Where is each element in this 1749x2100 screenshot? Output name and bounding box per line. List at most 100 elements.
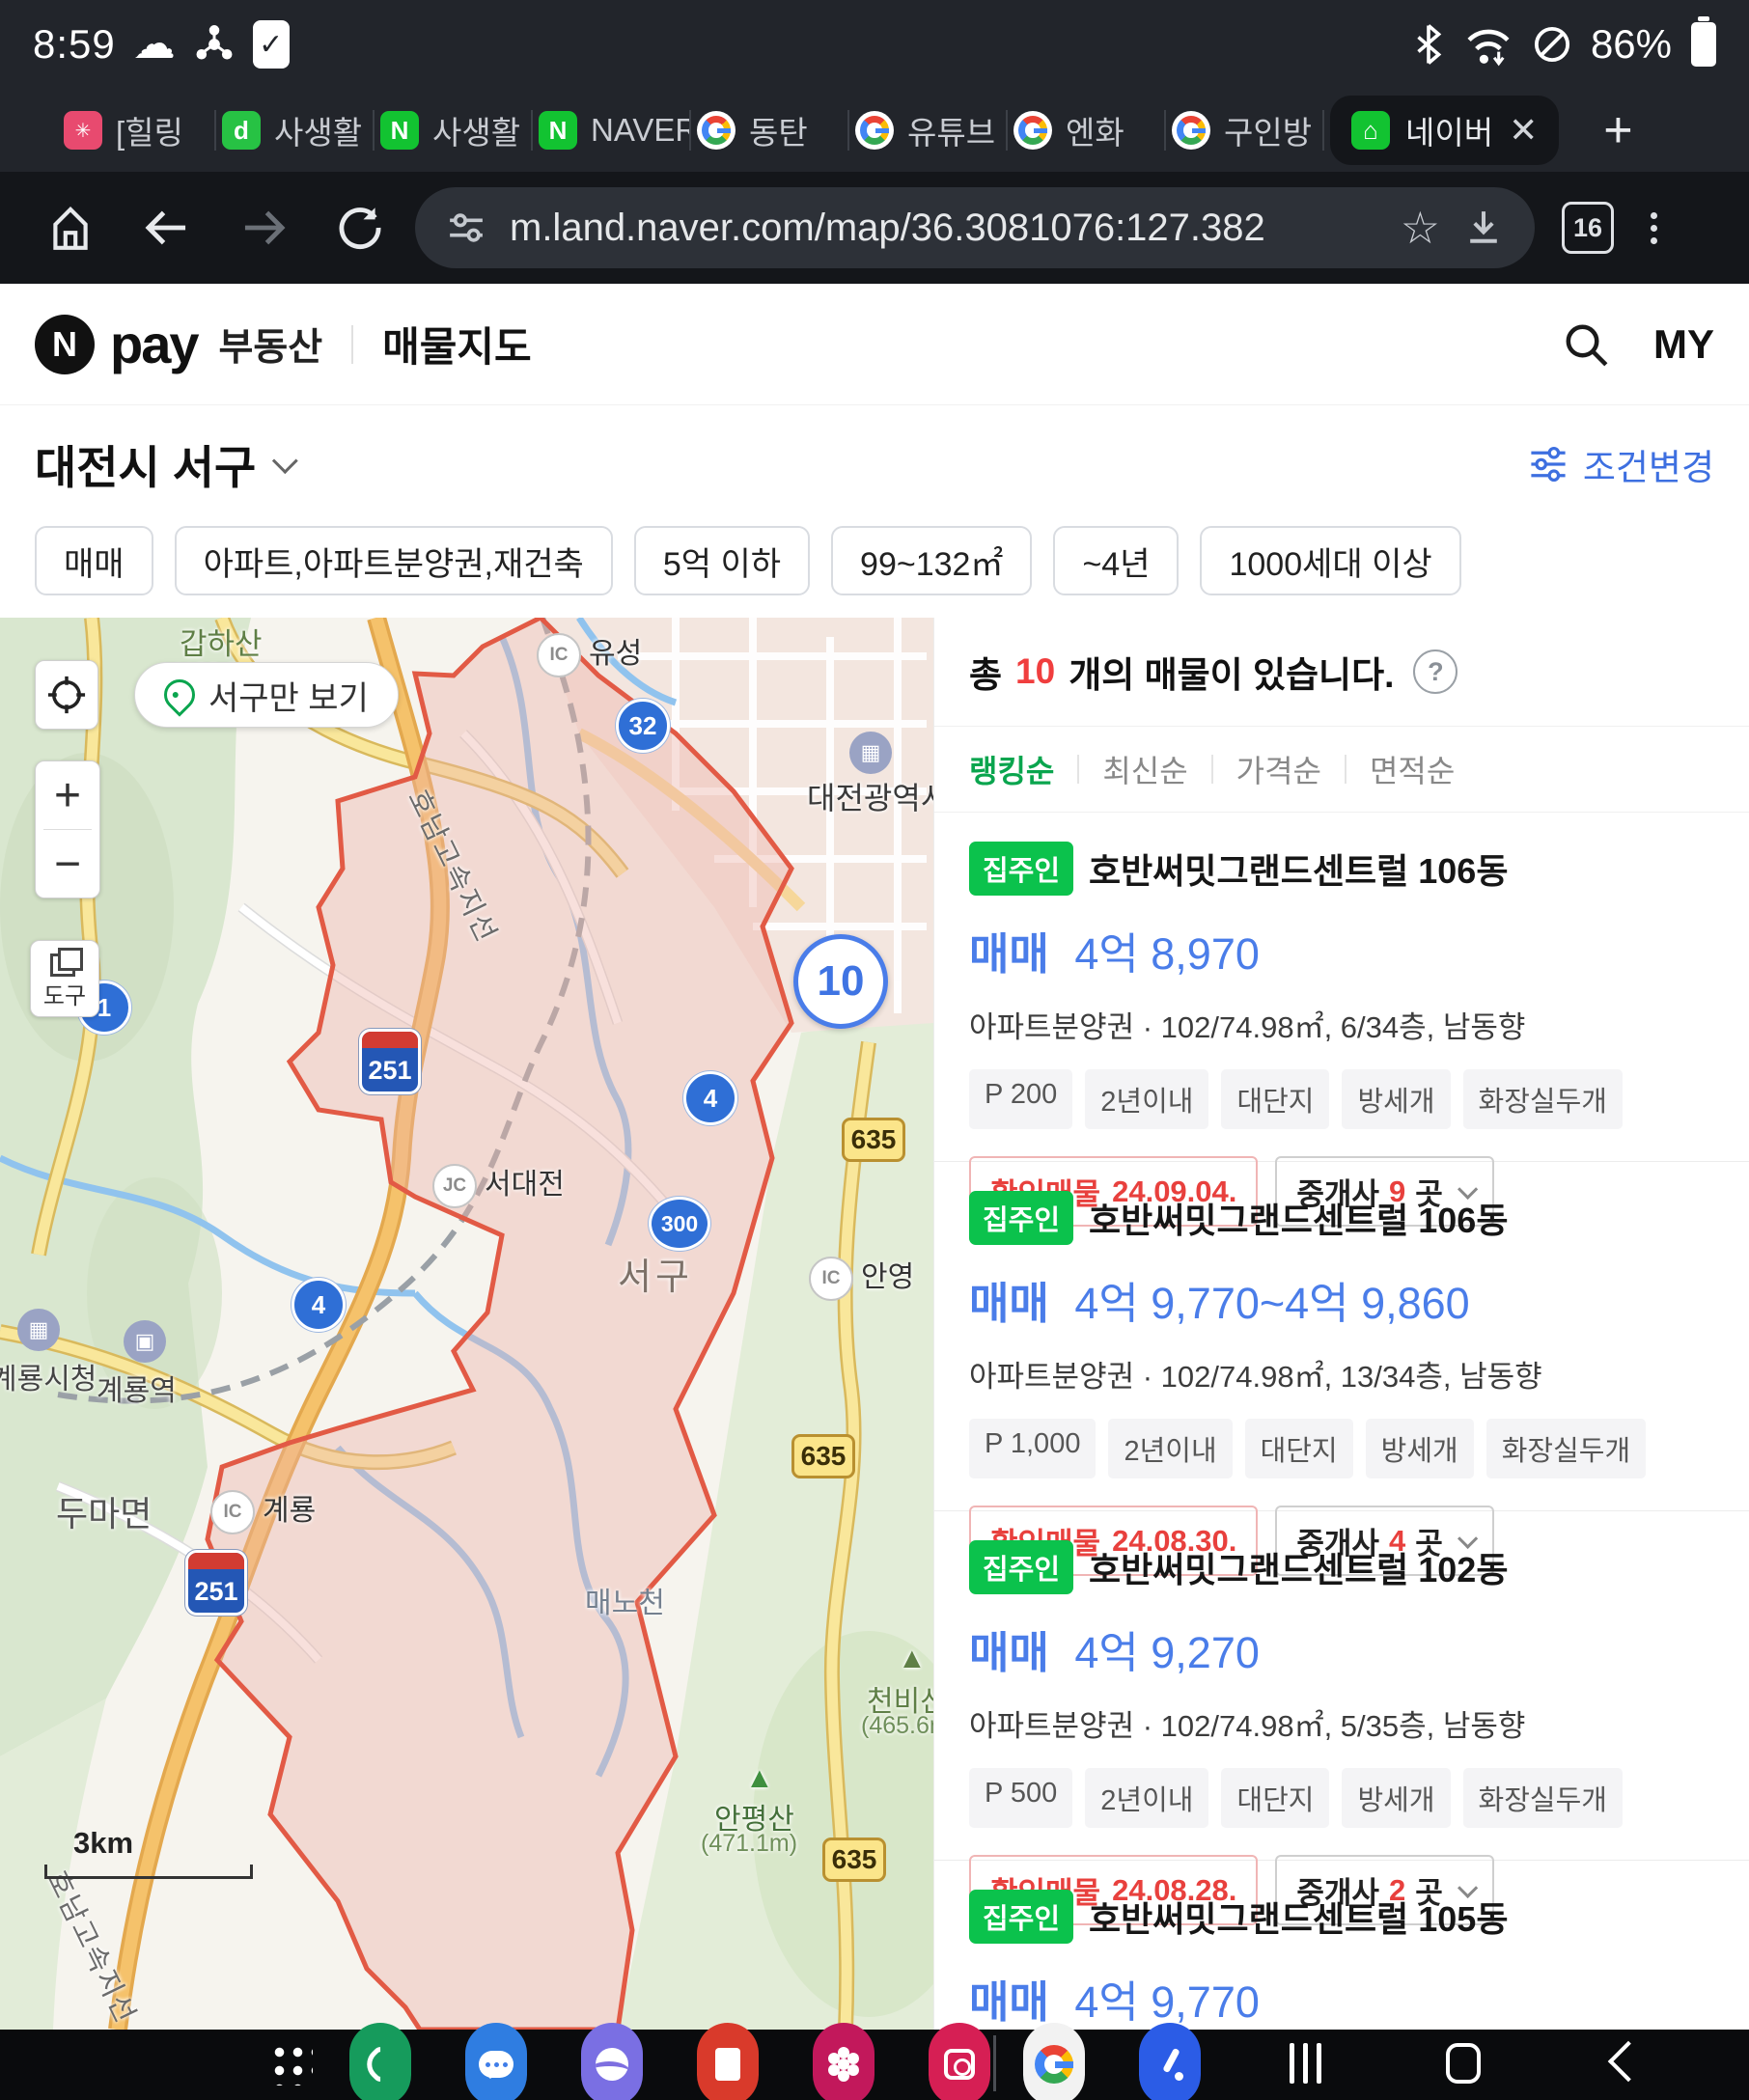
tab-favicon-google (1013, 111, 1052, 150)
sort-area[interactable]: 면적순 (1370, 747, 1455, 791)
tab-jobs[interactable]: 구인방 (1166, 97, 1322, 164)
checkbox-notification-icon: ✓ (253, 20, 290, 69)
listing-card[interactable]: 집주인 호반써밋그랜드센트럴 102동 매매 4억 9,270 아파트분양권 ·… (934, 1511, 1749, 1861)
map-label-mountain: 갑하산 (180, 620, 263, 663)
tab-close-icon[interactable]: ✕ (1509, 110, 1538, 151)
condition-change-button[interactable]: 조건변경 (1527, 438, 1714, 490)
tab-count-button[interactable]: 16 (1562, 202, 1614, 254)
map-label-elevation3: (471.1m) (701, 1830, 797, 1858)
listing-tag: 대단지 (1221, 1069, 1329, 1129)
back-button[interactable] (125, 186, 208, 269)
location-selector[interactable]: 대전시 서구 (35, 430, 292, 497)
listing-tag: 2년이내 (1085, 1768, 1208, 1828)
filter-chip-price[interactable]: 5억 이하 (634, 526, 810, 595)
map-label-elevation2: (465.6m (861, 1712, 933, 1740)
listing-tag: 화장실두개 (1463, 1768, 1623, 1828)
smartthings-icon (193, 23, 236, 66)
tab-favicon-daum: d (222, 111, 261, 150)
trade-type: 매매 (969, 1628, 1049, 1677)
tab-label: 유튜브 (907, 107, 995, 153)
site-header: N pay 부동산 매물지도 MY (0, 284, 1749, 405)
phone-app-icon[interactable] (349, 2023, 411, 2100)
tab-label: 네이버 (1405, 107, 1493, 153)
tab-dongtan[interactable]: 동탄 (691, 97, 847, 164)
filter-chip-area[interactable]: 99~132㎡ (831, 526, 1032, 595)
gallery-flower-app-icon[interactable] (813, 2023, 874, 2100)
tab-naver[interactable]: N NAVER (533, 97, 689, 164)
tab-label: 엔화 (1066, 107, 1124, 153)
naver-pay-logo[interactable]: N pay 부동산 매물지도 (35, 313, 532, 375)
red-app-icon[interactable] (697, 2023, 759, 2100)
sort-newest[interactable]: 최신순 (1102, 747, 1187, 791)
listing-tag: 대단지 (1245, 1419, 1353, 1478)
listing-tag: P 500 (969, 1768, 1072, 1828)
zoom-out-button[interactable]: − (36, 830, 99, 898)
blue-app-icon[interactable] (1139, 2023, 1201, 2100)
my-menu[interactable]: MY (1653, 321, 1714, 368)
sort-ranking[interactable]: 랭킹순 (969, 747, 1054, 791)
listing-card[interactable]: 집주인 호반써밋그랜드센트럴 106동 매매 4억 9,770~4억 9,860… (934, 1162, 1749, 1511)
recents-button[interactable] (1290, 2043, 1321, 2084)
filter-chip-property-type[interactable]: 아파트,아파트분양권,재건축 (175, 526, 613, 595)
app-drawer-button[interactable] (268, 2041, 313, 2086)
summary-prefix: 총 (969, 646, 1002, 698)
search-icon[interactable] (1561, 319, 1611, 370)
home-nav-button[interactable] (1446, 2043, 1481, 2084)
tab-healing[interactable]: ✳ [힐링 (58, 97, 214, 164)
expressway-shield-251: 251 (185, 1550, 247, 1616)
jc-badge: JC (432, 1164, 477, 1208)
google-app-icon[interactable] (1023, 2023, 1085, 2100)
do-not-disturb-icon (1531, 23, 1573, 66)
owner-badge: 집주인 (969, 1890, 1073, 1944)
filter-chip-households[interactable]: 1000세대 이상 (1200, 526, 1460, 595)
download-icon[interactable] (1461, 206, 1506, 250)
help-icon[interactable]: ? (1413, 649, 1458, 694)
route-shield-4: 4 (292, 1278, 346, 1332)
chevron-down-icon (272, 448, 298, 474)
url-bar[interactable]: m.land.naver.com/map/36.3081076:127.382 … (415, 187, 1535, 268)
site-settings-icon[interactable] (444, 206, 488, 250)
refresh-button[interactable] (319, 186, 402, 269)
tab-privacy-2[interactable]: N 사생활 (375, 97, 531, 164)
messages-app-icon[interactable] (465, 2023, 527, 2100)
sort-price[interactable]: 가격순 (1236, 747, 1321, 791)
current-location-button[interactable] (35, 660, 98, 730)
tab-youtube[interactable]: 유튜브 (849, 97, 1006, 164)
map-label-jc-seodaejeon: JC서대전 (432, 1160, 565, 1208)
owner-badge: 집주인 (969, 1191, 1073, 1245)
filter-chip-age[interactable]: ~4년 (1053, 526, 1179, 595)
map-canvas[interactable]: 갑하산 (468.7m) IC유성 대전광역시 ▦ 호남고속지선 JC서대전 서… (0, 618, 933, 2030)
district-only-button[interactable]: 서구만 보기 (134, 662, 399, 728)
url-text[interactable]: m.land.naver.com/map/36.3081076:127.382 (510, 207, 1379, 250)
forward-button[interactable] (222, 186, 305, 269)
listing-card[interactable]: 집주인 호반써밋그랜드센트럴 106동 매매 4억 8,970 아파트분양권 ·… (934, 813, 1749, 1162)
filter-chip-trade-type[interactable]: 매매 (35, 526, 153, 595)
zoom-in-button[interactable]: + (36, 761, 99, 829)
location-name: 대전시 서구 (35, 430, 256, 497)
map-label-ic-anyeong: IC안영 (809, 1253, 914, 1301)
tab-naver-land-active[interactable]: ⌂ 네이버 ✕ (1330, 96, 1559, 165)
home-button[interactable] (29, 186, 112, 269)
district-only-label: 서구만 보기 (208, 672, 369, 719)
tab-label: 구인방 (1224, 107, 1312, 153)
logo-divider (351, 325, 353, 364)
listing-price: 4억 9,770 (1074, 1977, 1260, 2027)
new-tab-button[interactable]: + (1603, 101, 1632, 159)
listing-tag: 화장실두개 (1486, 1419, 1646, 1478)
tab-yen[interactable]: 엔화 (1008, 97, 1164, 164)
browser-menu-icon[interactable] (1651, 212, 1657, 244)
listing-cluster-marker[interactable]: 10 (793, 934, 888, 1029)
map-tools-button[interactable]: 도구 (30, 940, 99, 1017)
browser-app-icon[interactable] (581, 2023, 643, 2100)
filter-area: 대전시 서구 조건변경 매매 아파트,아파트분양권,재건축 5억 이하 99~1… (0, 405, 1749, 618)
route-shield-635: 635 (791, 1434, 855, 1478)
logo-service-text: 부동산 (219, 318, 323, 372)
tab-separator (1322, 110, 1324, 151)
condition-change-label: 조건변경 (1583, 438, 1714, 490)
camera-app-icon[interactable] (929, 2023, 990, 2100)
tab-label: [힐링 (116, 107, 183, 153)
route-shield-635: 635 (822, 1838, 886, 1882)
tab-privacy-1[interactable]: d 사생활 (216, 97, 373, 164)
back-nav-button[interactable] (1608, 2041, 1649, 2082)
bookmark-star-icon[interactable]: ☆ (1401, 202, 1440, 254)
